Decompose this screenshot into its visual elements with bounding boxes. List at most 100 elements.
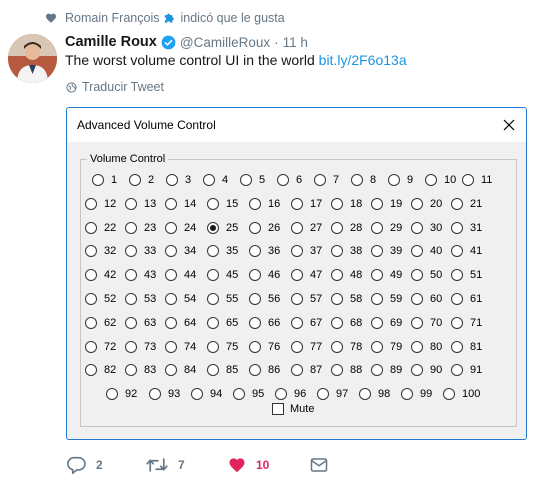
radio-circle[interactable] [451, 340, 463, 353]
volume-radio-70[interactable]: 70 [411, 316, 442, 329]
radio-circle[interactable] [85, 316, 97, 329]
radio-circle[interactable] [165, 316, 177, 329]
radio-circle[interactable] [451, 245, 463, 258]
radio-circle[interactable] [125, 269, 137, 282]
volume-radio-19[interactable]: 19 [371, 197, 402, 210]
radio-circle[interactable] [165, 293, 177, 305]
radio-circle[interactable] [85, 197, 97, 210]
volume-radio-56[interactable]: 56 [249, 293, 280, 305]
radio-circle[interactable] [388, 174, 400, 186]
radio-circle[interactable] [351, 174, 363, 186]
volume-radio-97[interactable]: 97 [317, 388, 348, 401]
message-button[interactable] [310, 455, 328, 475]
volume-radio-85[interactable]: 85 [207, 364, 238, 377]
radio-circle[interactable] [203, 174, 215, 186]
volume-radio-65[interactable]: 65 [207, 316, 238, 329]
radio-circle[interactable] [314, 174, 326, 186]
volume-radio-49[interactable]: 49 [371, 269, 402, 282]
radio-circle[interactable] [249, 245, 261, 258]
volume-radio-25[interactable]: 25 [207, 221, 238, 234]
radio-circle[interactable] [331, 340, 343, 353]
checkbox-box[interactable] [272, 403, 284, 415]
author-handle[interactable]: @CamilleRoux [180, 35, 270, 50]
volume-radio-40[interactable]: 40 [411, 245, 442, 258]
volume-radio-86[interactable]: 86 [249, 364, 280, 377]
radio-circle[interactable] [411, 269, 423, 282]
volume-radio-33[interactable]: 33 [125, 245, 156, 258]
author-name[interactable]: Camille Roux [65, 34, 157, 50]
radio-circle[interactable] [275, 388, 287, 401]
reply-button[interactable]: 2 [66, 455, 103, 475]
volume-radio-61[interactable]: 61 [451, 293, 482, 305]
radio-circle[interactable] [291, 245, 303, 258]
volume-radio-41[interactable]: 41 [451, 245, 482, 258]
volume-radio-9[interactable]: 9 [388, 174, 413, 186]
volume-radio-59[interactable]: 59 [371, 293, 402, 305]
radio-circle[interactable] [125, 197, 137, 210]
radio-circle[interactable] [291, 221, 303, 234]
volume-radio-43[interactable]: 43 [125, 269, 156, 282]
volume-radio-57[interactable]: 57 [291, 293, 322, 305]
radio-circle[interactable] [249, 293, 261, 305]
avatar[interactable] [8, 34, 57, 83]
volume-radio-22[interactable]: 22 [85, 221, 116, 234]
radio-circle[interactable] [125, 245, 137, 258]
close-icon[interactable] [498, 114, 520, 136]
radio-circle[interactable] [92, 174, 104, 186]
volume-radio-99[interactable]: 99 [401, 388, 432, 401]
volume-radio-20[interactable]: 20 [411, 197, 442, 210]
volume-radio-38[interactable]: 38 [331, 245, 362, 258]
volume-radio-87[interactable]: 87 [291, 364, 322, 377]
volume-radio-10[interactable]: 10 [425, 174, 456, 186]
volume-radio-92[interactable]: 92 [106, 388, 137, 401]
radio-circle[interactable] [85, 269, 97, 282]
radio-circle[interactable] [125, 316, 137, 329]
volume-radio-11[interactable]: 11 [462, 174, 492, 186]
radio-circle[interactable] [125, 364, 137, 377]
volume-radio-48[interactable]: 48 [331, 269, 362, 282]
radio-circle[interactable] [371, 340, 383, 353]
radio-circle[interactable] [371, 197, 383, 210]
volume-radio-34[interactable]: 34 [165, 245, 196, 258]
radio-circle[interactable] [106, 388, 118, 401]
radio-circle[interactable] [207, 269, 219, 282]
radio-circle[interactable] [291, 269, 303, 282]
radio-circle[interactable] [249, 269, 261, 282]
radio-circle[interactable] [291, 340, 303, 353]
radio-circle[interactable] [331, 364, 343, 377]
radio-circle[interactable] [85, 293, 97, 305]
radio-circle[interactable] [149, 388, 161, 401]
volume-radio-80[interactable]: 80 [411, 340, 442, 353]
volume-radio-60[interactable]: 60 [411, 293, 442, 305]
volume-radio-42[interactable]: 42 [85, 269, 116, 282]
volume-radio-36[interactable]: 36 [249, 245, 280, 258]
volume-radio-23[interactable]: 23 [125, 221, 156, 234]
radio-circle[interactable] [317, 388, 329, 401]
volume-radio-95[interactable]: 95 [233, 388, 264, 401]
volume-radio-32[interactable]: 32 [85, 245, 116, 258]
radio-circle[interactable] [85, 245, 97, 258]
radio-circle[interactable] [371, 221, 383, 234]
volume-radio-64[interactable]: 64 [165, 316, 196, 329]
volume-radio-67[interactable]: 67 [291, 316, 322, 329]
volume-radio-90[interactable]: 90 [411, 364, 442, 377]
radio-circle[interactable] [411, 293, 423, 305]
radio-circle[interactable] [451, 221, 463, 234]
retweet-button[interactable]: 7 [146, 455, 185, 475]
radio-circle[interactable] [331, 245, 343, 258]
like-button[interactable]: 10 [228, 455, 269, 475]
radio-circle[interactable] [249, 221, 261, 234]
volume-radio-72[interactable]: 72 [85, 340, 116, 353]
radio-circle[interactable] [331, 293, 343, 305]
volume-radio-63[interactable]: 63 [125, 316, 156, 329]
volume-radio-74[interactable]: 74 [165, 340, 196, 353]
radio-circle[interactable] [291, 197, 303, 210]
volume-radio-24[interactable]: 24 [165, 221, 196, 234]
volume-radio-46[interactable]: 46 [249, 269, 280, 282]
liked-by-user[interactable]: Romain François [65, 11, 159, 25]
volume-radio-68[interactable]: 68 [331, 316, 362, 329]
volume-radio-26[interactable]: 26 [249, 221, 280, 234]
volume-radio-30[interactable]: 30 [411, 221, 442, 234]
volume-radio-52[interactable]: 52 [85, 293, 116, 305]
volume-radio-94[interactable]: 94 [191, 388, 222, 401]
